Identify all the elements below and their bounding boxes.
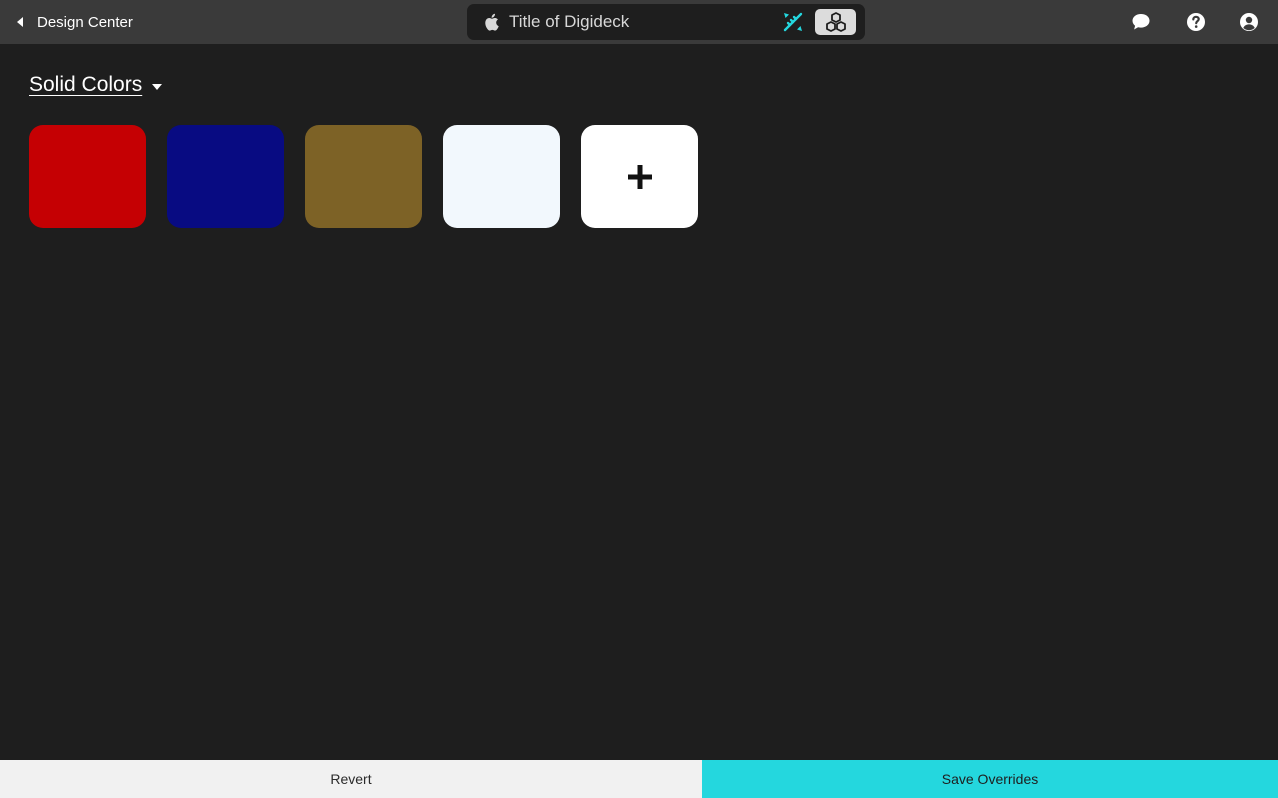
save-overrides-button[interactable]: Save Overrides bbox=[702, 760, 1278, 798]
revert-button[interactable]: Revert bbox=[0, 760, 702, 798]
deck-title-pill[interactable]: Title of Digideck bbox=[467, 4, 865, 40]
assets-button[interactable] bbox=[815, 9, 856, 35]
boxes-icon bbox=[825, 12, 846, 32]
back-label: Design Center bbox=[37, 13, 133, 31]
color-swatch-navy[interactable] bbox=[167, 125, 284, 228]
top-bar: Design Center Title of Digideck bbox=[0, 0, 1278, 44]
pencil-ruler-icon[interactable] bbox=[781, 10, 805, 34]
help-circle-icon[interactable] bbox=[1186, 12, 1206, 32]
color-swatch-olive-brown[interactable] bbox=[305, 125, 422, 228]
apple-icon bbox=[485, 13, 499, 31]
deck-title: Title of Digideck bbox=[509, 12, 630, 31]
chat-bubble-icon[interactable] bbox=[1131, 12, 1151, 32]
color-swatch-off-white[interactable] bbox=[443, 125, 560, 228]
color-swatch-red[interactable] bbox=[29, 125, 146, 228]
action-bar: Revert Save Overrides bbox=[0, 760, 1278, 798]
plus-icon bbox=[627, 164, 652, 189]
user-circle-icon[interactable] bbox=[1239, 12, 1259, 32]
add-color-button[interactable] bbox=[581, 125, 698, 228]
back-to-design-center-button[interactable]: Design Center bbox=[12, 0, 133, 44]
caret-left-icon bbox=[17, 17, 23, 27]
section-title: Solid Colors bbox=[29, 73, 143, 96]
solid-colors-dropdown[interactable]: Solid Colors bbox=[29, 70, 163, 100]
caret-down-icon bbox=[152, 84, 163, 90]
